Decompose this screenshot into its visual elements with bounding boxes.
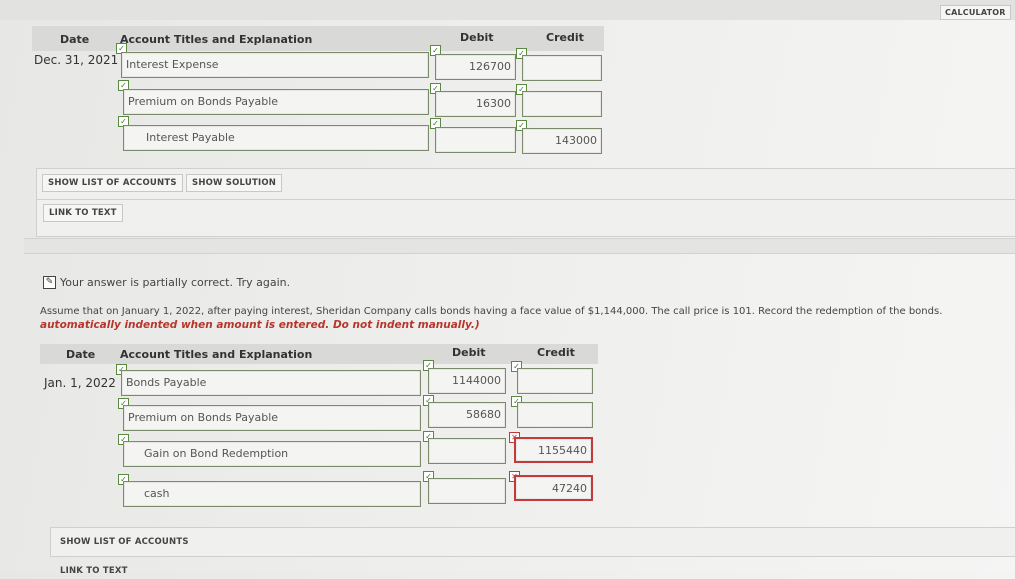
entry1-debit-field[interactable] [435,127,516,153]
entry2-credit-field[interactable]: 1155440 [514,437,593,463]
entry1-account-field[interactable]: Premium on Bonds Payable [123,89,429,115]
entry2-date-header: Date [66,348,96,361]
link-to-text-button[interactable]: LINK TO TEXT [43,204,123,222]
section-divider [24,238,1015,254]
entry1-credit-field[interactable]: 143000 [522,128,602,154]
entry2-credit-field[interactable]: 47240 [514,475,593,501]
entry1-debit-field[interactable]: 126700 [435,54,516,80]
entry2-credit-field[interactable] [517,368,593,394]
entry1-button-panel [36,168,1015,200]
entry2-account-field[interactable]: cash [123,481,421,507]
entry2-account-field[interactable]: Premium on Bonds Payable [123,405,421,431]
show-list-of-accounts-button[interactable]: SHOW LIST OF ACCOUNTS [55,534,194,550]
entry1-date: Dec. 31, 2021 [34,53,119,67]
entry2-account-field[interactable]: Bonds Payable [121,370,421,396]
top-bar [0,0,1015,20]
entry1-credit-header: Credit [546,31,584,44]
question-note: automatically indented when amount is en… [40,319,480,331]
calculator-button[interactable]: CALCULATOR [940,5,1011,20]
entry2-debit-field[interactable]: 58680 [428,402,506,428]
entry1-account-field[interactable]: Interest Expense [121,52,429,78]
entry2-button-panel [50,527,1015,557]
entry2-debit-field[interactable] [428,438,506,464]
entry2-credit-field[interactable] [517,402,593,428]
entry1-credit-field[interactable] [522,55,602,81]
entry1-link-panel [36,199,1015,237]
entry1-credit-field[interactable] [522,91,602,117]
show-list-of-accounts-button[interactable]: SHOW LIST OF ACCOUNTS [42,174,183,192]
entry2-account-header: Account Titles and Explanation [120,348,313,361]
feedback-status: Your answer is partially correct. Try ag… [60,276,291,289]
link-to-text-button[interactable]: LINK TO TEXT [55,563,133,579]
entry1-date-header: Date [60,33,90,46]
partial-correct-icon: ✎ [43,276,56,289]
entry1-account-field[interactable]: Interest Payable [123,125,429,151]
entry1-debit-header: Debit [460,31,494,44]
entry2-debit-header: Debit [452,346,486,359]
show-solution-button[interactable]: SHOW SOLUTION [186,174,283,192]
entry1-account-header: Account Titles and Explanation [120,33,313,46]
question-text: Assume that on January 1, 2022, after pa… [40,306,943,317]
entry2-debit-field[interactable] [428,478,506,504]
entry2-date: Jan. 1, 2022 [44,376,116,390]
entry2-debit-field[interactable]: 1144000 [428,368,506,394]
entry2-credit-header: Credit [537,346,575,359]
entry1-debit-field[interactable]: 16300 [435,91,516,117]
entry2-account-field[interactable]: Gain on Bond Redemption [123,441,421,467]
